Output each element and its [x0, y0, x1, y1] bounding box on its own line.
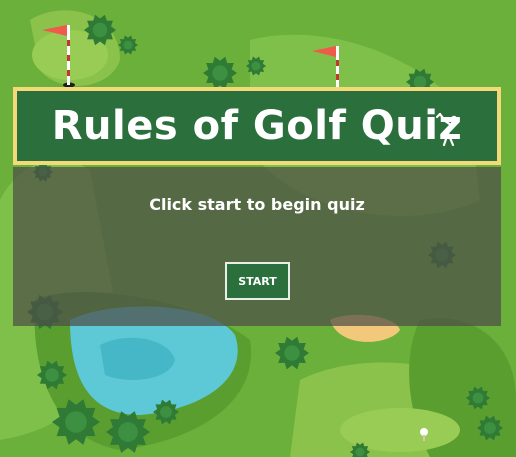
tree-center: [251, 61, 261, 71]
tree-center: [65, 411, 87, 433]
tree-center: [118, 422, 138, 442]
title-banner: Rules of Golf Quiz: [13, 87, 501, 165]
tree-center: [284, 345, 300, 361]
tree-center: [45, 368, 59, 382]
quiz-panel: Click start to begin quiz START: [13, 167, 501, 326]
start-button[interactable]: START: [225, 262, 290, 300]
instruction-text: Click start to begin quiz: [149, 195, 365, 214]
tree-center: [212, 65, 228, 81]
tree-center: [92, 22, 108, 38]
tree-center: [123, 40, 133, 50]
tree-center: [472, 392, 484, 404]
tree-center: [160, 406, 172, 418]
tree-center: [355, 447, 365, 457]
page-title: Rules of Golf Quiz: [51, 103, 463, 149]
golfer-icon: [435, 112, 458, 147]
tree-center: [484, 422, 496, 434]
